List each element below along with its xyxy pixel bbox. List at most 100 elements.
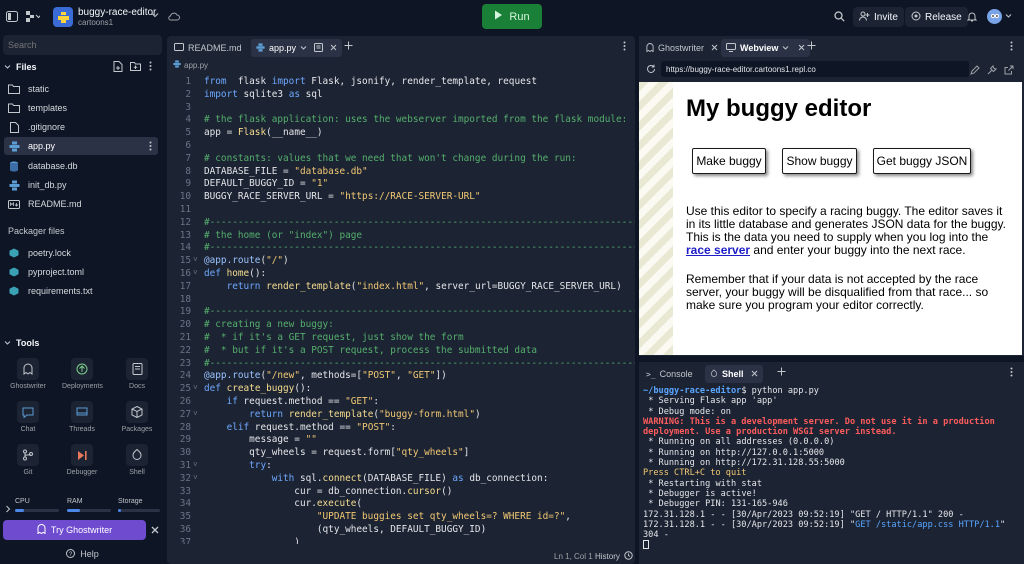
file-item-gitignore[interactable]: .gitignore — [4, 118, 158, 136]
tab-webview[interactable]: Webview — [721, 39, 811, 57]
history-button[interactable]: History — [595, 551, 633, 562]
tab-readme[interactable]: README.md — [169, 39, 247, 57]
add-tab-icon[interactable] — [777, 367, 786, 376]
shell-prompt: ~/buggy-race-editor — [643, 386, 742, 396]
code-line: # * but if it's a POST request, process … — [204, 344, 538, 356]
fold-chevron-icon[interactable]: ˅ — [193, 383, 201, 393]
run-label: Run — [509, 10, 530, 23]
resources-panel[interactable]: CPU RAM Storage — [0, 496, 165, 518]
file-item-static[interactable]: static — [4, 80, 158, 98]
make-buggy-button[interactable]: Make buggy — [692, 148, 766, 174]
more-icon[interactable] — [1010, 367, 1013, 377]
try-ghostwriter-button[interactable]: Try Ghostwriter — [3, 520, 146, 540]
tool-label: Git — [23, 469, 33, 476]
intro-paragraph: Use this editor to specify a racing bugg… — [686, 205, 1011, 257]
breadcrumb-label: app.py — [184, 60, 209, 70]
add-tab-icon[interactable] — [807, 41, 816, 50]
fold-chevron-icon[interactable]: ˅ — [193, 460, 201, 470]
repl-avatar[interactable] — [53, 7, 73, 27]
tool-packages[interactable]: Packages — [117, 401, 157, 433]
tool-shell[interactable]: Shell — [117, 444, 157, 476]
shell-icon — [126, 444, 148, 466]
tool-chat[interactable]: Chat — [8, 401, 48, 433]
tool-label: Ghostwriter — [10, 383, 46, 390]
show-buggy-button[interactable]: Show buggy — [782, 148, 857, 174]
chevron-down-icon[interactable] — [782, 43, 789, 53]
help-button[interactable]: ? Help — [0, 546, 165, 562]
sidebar-toggle-icon[interactable] — [6, 11, 18, 22]
file-item-templates[interactable]: templates — [4, 99, 158, 117]
repl-name[interactable]: buggy-race-editor — [78, 7, 156, 18]
bell-icon[interactable] — [967, 11, 977, 22]
repl-owner[interactable]: cartoons1 — [78, 18, 113, 27]
file-item-init-db[interactable]: init_db.py — [4, 176, 158, 194]
get-buggy-json-button[interactable]: Get buggy JSON — [873, 148, 971, 174]
close-icon[interactable] — [151, 526, 159, 534]
race-server-link[interactable]: race server — [686, 243, 750, 257]
devtools-icon[interactable] — [987, 65, 997, 75]
replit-menu-icon[interactable] — [26, 11, 40, 22]
chevron-right-icon[interactable] — [5, 502, 11, 516]
code-line: return render_template("index.html", ser… — [204, 280, 622, 292]
fold-chevron-icon[interactable]: ˅ — [193, 255, 201, 265]
tool-debugger[interactable]: Debugger — [62, 444, 102, 476]
fold-chevron-icon[interactable]: ˅ — [193, 473, 201, 483]
user-avatar[interactable] — [987, 9, 1002, 24]
close-icon[interactable] — [711, 43, 718, 53]
fold-chevron-icon[interactable]: ˅ — [193, 268, 201, 278]
line-number: 3 — [185, 101, 191, 113]
edit-icon[interactable] — [970, 65, 980, 75]
more-icon[interactable] — [149, 141, 152, 153]
shell-cursor[interactable] — [643, 540, 649, 550]
files-header[interactable]: Files — [4, 61, 37, 73]
file-item-database[interactable]: database.db — [4, 157, 158, 175]
refresh-icon[interactable] — [646, 64, 656, 74]
more-icon[interactable] — [1010, 41, 1013, 51]
tab-console[interactable]: >_ Console — [641, 365, 698, 383]
tool-deployments[interactable]: Deployments — [62, 358, 103, 390]
search-input[interactable] — [3, 35, 162, 55]
shell-output[interactable]: ~/buggy-race-editor$ python app.py * Ser… — [643, 386, 1023, 551]
tool-threads[interactable]: Threads — [62, 401, 102, 433]
code-line: @app.route("/") — [204, 255, 289, 267]
tool-ghostwriter[interactable]: Ghostwriter — [8, 358, 48, 390]
add-tab-icon[interactable] — [344, 41, 353, 50]
package-file-item[interactable]: requirements.txt — [4, 282, 158, 300]
tool-git[interactable]: Git — [8, 444, 48, 476]
file-item-app-py[interactable]: app.py — [4, 137, 158, 155]
line-number: 6 — [185, 140, 191, 151]
chevron-down-icon[interactable] — [1005, 13, 1012, 19]
close-icon[interactable] — [330, 43, 337, 53]
chevron-down-icon[interactable] — [300, 43, 307, 53]
new-folder-icon[interactable] — [130, 61, 141, 71]
preview-icon[interactable] — [314, 42, 324, 54]
line-number: 17 — [179, 280, 191, 292]
code-editor[interactable]: 1 from flask import Flask, jsonify, rende… — [167, 74, 635, 544]
chevron-down-icon[interactable] — [151, 11, 159, 19]
new-file-icon[interactable] — [113, 61, 123, 72]
tool-docs[interactable]: Docs — [117, 358, 157, 390]
invite-button[interactable]: Invite — [853, 7, 904, 27]
close-icon[interactable] — [751, 369, 758, 379]
url-input[interactable] — [661, 61, 969, 77]
shell-quit-hint: Press CTRL+C to quit — [643, 468, 747, 479]
shell-log-path: GET /static/app.css HTTP/1.1 — [855, 519, 1001, 530]
more-icon[interactable] — [149, 61, 152, 71]
breadcrumb[interactable]: app.py — [173, 60, 208, 70]
tools-header[interactable]: Tools — [4, 337, 39, 349]
run-button[interactable]: Run — [482, 4, 542, 29]
close-icon[interactable] — [798, 43, 805, 53]
fold-chevron-icon[interactable]: ˅ — [193, 409, 201, 419]
tab-app-py[interactable]: app.py — [251, 39, 343, 57]
package-file-item[interactable]: pyproject.toml — [4, 263, 158, 281]
tab-shell[interactable]: Shell — [705, 365, 763, 383]
open-external-icon[interactable] — [1004, 65, 1014, 75]
tab-ghostwriter[interactable]: Ghostwriter — [641, 39, 723, 57]
cloud-icon[interactable] — [168, 12, 180, 21]
release-button[interactable]: Release — [905, 7, 968, 27]
file-item-readme[interactable]: README.md — [4, 195, 158, 213]
search-icon[interactable] — [834, 11, 845, 22]
more-icon[interactable] — [623, 41, 626, 51]
code-line: try: — [204, 460, 272, 471]
package-file-item[interactable]: poetry.lock — [4, 244, 158, 262]
